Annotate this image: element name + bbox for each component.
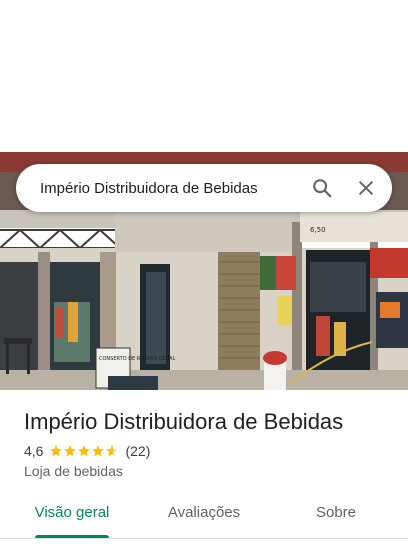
tab-about-label: Sobre: [315, 504, 357, 521]
tab-about[interactable]: Sobre: [306, 494, 366, 538]
search-button[interactable]: [304, 170, 340, 206]
rating-row[interactable]: 4,6 (22): [24, 443, 392, 459]
place-category[interactable]: Loja de bebidas: [24, 463, 392, 479]
close-icon: [359, 181, 373, 195]
place-title: Império Distribuidora de Bebidas: [24, 409, 344, 434]
tab-reviews-label: Avaliações: [167, 504, 241, 521]
tab-reviews[interactable]: Avaliações: [158, 494, 250, 538]
clear-search-button[interactable]: [348, 170, 384, 206]
price-sign: 6,50: [310, 226, 326, 234]
star-icon: [92, 445, 105, 457]
repair-sign: CONSERTO DE ROUPAS GERAL: [99, 356, 175, 362]
tab-divider: [0, 538, 408, 539]
star-icon: [78, 445, 91, 457]
rating-value: 4,6: [24, 443, 44, 459]
tab-bar: Visão geral Avaliações Sobre: [0, 494, 408, 538]
star-icon: [64, 445, 77, 457]
search-bar[interactable]: Império Distribuidora de Bebidas: [16, 164, 392, 212]
star-icon: [50, 445, 63, 457]
star-icon: [106, 445, 119, 457]
rating-stars: [49, 444, 119, 458]
place-info: Império Distribuidora de Bebidas 4,6 (22…: [24, 406, 392, 479]
search-icon: [313, 179, 332, 198]
review-count[interactable]: (22): [125, 443, 150, 459]
search-input[interactable]: Império Distribuidora de Bebidas: [40, 180, 304, 197]
tab-overview-label: Visão geral: [34, 504, 110, 521]
tab-overview[interactable]: Visão geral: [27, 494, 117, 538]
